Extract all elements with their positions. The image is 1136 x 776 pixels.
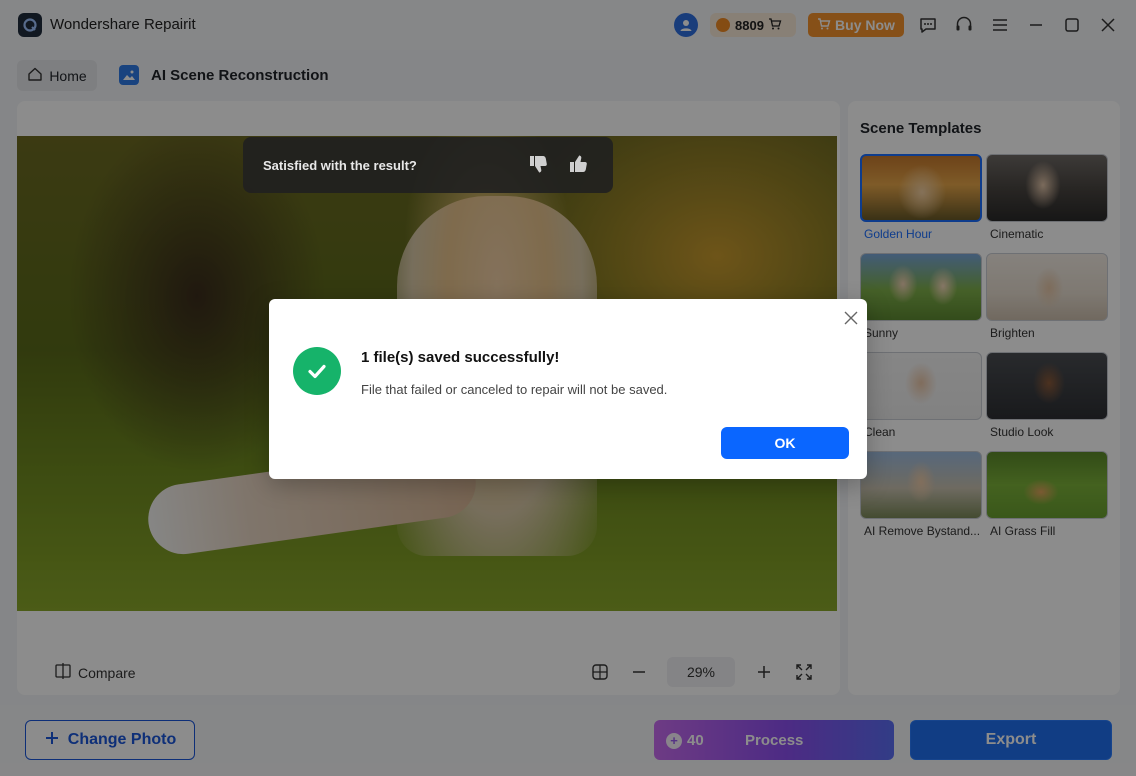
success-check-icon [293, 347, 341, 395]
ok-button[interactable]: OK [721, 427, 849, 459]
dialog-title: 1 file(s) saved successfully! [361, 349, 560, 366]
feedback-question: Satisfied with the result? [263, 157, 417, 173]
ok-label: OK [774, 435, 796, 451]
thumbs-down-icon[interactable] [527, 153, 549, 178]
thumbs-up-icon[interactable] [567, 153, 589, 178]
dialog-close-icon[interactable] [841, 308, 861, 328]
feedback-bar: Satisfied with the result? [243, 137, 613, 193]
dialog-message: File that failed or canceled to repair w… [361, 382, 668, 397]
